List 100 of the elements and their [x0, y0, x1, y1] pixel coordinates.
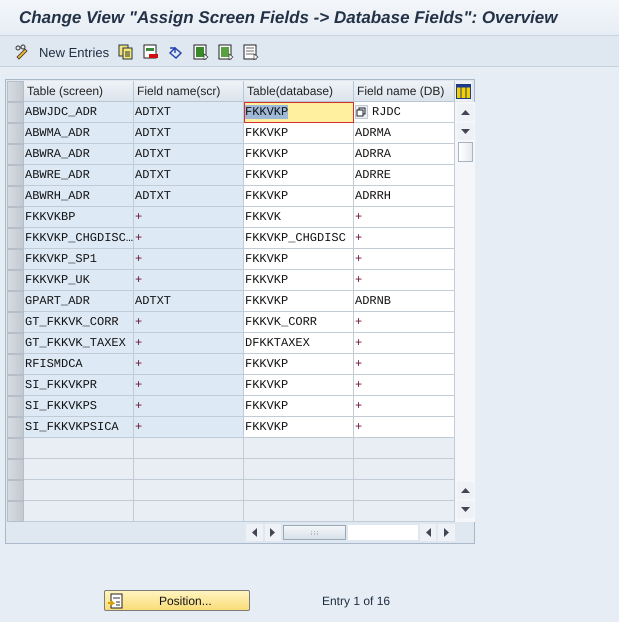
deselect-icon[interactable]	[243, 44, 260, 60]
row-selector[interactable]	[7, 228, 24, 249]
table-cell[interactable]: ADTXT	[134, 123, 244, 144]
table-cell[interactable]: ADRNB	[354, 291, 455, 312]
table-cell[interactable]: +	[134, 417, 244, 438]
table-cell[interactable]: FKKVKP	[244, 249, 354, 270]
table-cell[interactable]: +	[354, 375, 455, 396]
table-cell[interactable]: FKKVKP_UK	[24, 270, 134, 291]
row-selector[interactable]	[7, 144, 24, 165]
column-header[interactable]: Table (screen)	[24, 81, 134, 102]
table-cell[interactable]: FKKVKP	[244, 123, 354, 144]
row-selector[interactable]	[7, 207, 24, 228]
table-cell[interactable]: +	[354, 396, 455, 417]
row-selector[interactable]	[7, 312, 24, 333]
scroll-right-icon[interactable]	[438, 524, 455, 541]
table-cell[interactable]: GPART_ADR	[24, 291, 134, 312]
table-cell[interactable]: ADRRA	[354, 144, 455, 165]
scroll-thumb[interactable]	[458, 142, 472, 162]
table-cell[interactable]: ABWMA_ADR	[24, 123, 134, 144]
table-cell[interactable]: ABWRH_ADR	[24, 186, 134, 207]
table-cell[interactable]: FKKVK	[244, 207, 354, 228]
row-selector[interactable]	[7, 375, 24, 396]
table-cell[interactable]: +	[354, 207, 455, 228]
row-selector[interactable]	[7, 438, 24, 459]
row-selector[interactable]	[7, 165, 24, 186]
table-cell[interactable]: FKKVK_CORR	[244, 312, 354, 333]
table-cell[interactable]: +	[354, 270, 455, 291]
table-cell[interactable]: +	[354, 249, 455, 270]
new-entries-button[interactable]: New Entries	[39, 44, 110, 60]
row-selector[interactable]	[7, 396, 24, 417]
table-cell[interactable]: FKKVKP	[244, 186, 354, 207]
row-selector[interactable]	[7, 102, 24, 123]
table-cell[interactable]: GT_FKKVK_TAXEX	[24, 333, 134, 354]
table-cell[interactable]: +	[354, 354, 455, 375]
scroll-left-icon[interactable]	[420, 524, 436, 541]
table-cell[interactable]: DFKKTAXEX	[244, 333, 354, 354]
table-cell[interactable]: +	[134, 270, 244, 291]
table-cell[interactable]: RJDC	[354, 102, 455, 123]
row-selector[interactable]	[7, 354, 24, 375]
vertical-scrollbar[interactable]	[455, 102, 475, 522]
column-header[interactable]: Table(database)	[244, 81, 354, 102]
table-cell[interactable]: FKKVKP_SP1	[24, 249, 134, 270]
table-cell[interactable]: ABWRA_ADR	[24, 144, 134, 165]
row-selector[interactable]	[7, 123, 24, 144]
table-cell[interactable]: ADRMA	[354, 123, 455, 144]
table-cell[interactable]: +	[354, 333, 455, 354]
table-cell[interactable]: FKKVKP	[244, 291, 354, 312]
table-cell[interactable]: FKKVKP	[244, 375, 354, 396]
scroll-up-icon[interactable]	[456, 104, 474, 121]
table-cell[interactable]: FKKVKP	[244, 102, 354, 123]
row-selector[interactable]	[7, 501, 24, 522]
table-cell[interactable]: +	[134, 333, 244, 354]
select-block-icon[interactable]	[218, 44, 234, 60]
table-cell[interactable]: SI_FKKVKPS	[24, 396, 134, 417]
table-cell[interactable]: ADTXT	[134, 102, 244, 123]
table-cell[interactable]: SI_FKKVKPSICA	[24, 417, 134, 438]
table-cell[interactable]: ADTXT	[134, 291, 244, 312]
scroll-down-icon[interactable]	[456, 123, 474, 140]
copy-icon[interactable]	[355, 105, 368, 119]
select-all-icon[interactable]	[193, 44, 210, 60]
table-cell[interactable]: +	[134, 312, 244, 333]
select-all-handle[interactable]	[7, 81, 24, 102]
table-cell[interactable]: +	[134, 228, 244, 249]
row-selector[interactable]	[7, 459, 24, 480]
table-cell[interactable]: +	[354, 228, 455, 249]
table-cell[interactable]: FKKVKP	[244, 396, 354, 417]
table-cell[interactable]: GT_FKKVK_CORR	[24, 312, 134, 333]
table-cell[interactable]: ADTXT	[134, 165, 244, 186]
table-cell[interactable]: FKKVKP_CHGDISC	[244, 228, 354, 249]
table-cell[interactable]: ABWRE_ADR	[24, 165, 134, 186]
scroll-left-icon[interactable]	[246, 524, 263, 541]
row-selector[interactable]	[7, 417, 24, 438]
column-header[interactable]: Field name(scr)	[134, 81, 244, 102]
table-cell[interactable]: FKKVKP	[244, 417, 354, 438]
row-selector[interactable]	[7, 291, 24, 312]
table-cell[interactable]: +	[134, 249, 244, 270]
table-cell[interactable]: FKKVKP	[244, 144, 354, 165]
table-cell[interactable]: ABWJDC_ADR	[24, 102, 134, 123]
delete-row-icon[interactable]	[143, 44, 160, 60]
column-header[interactable]: Field name (DB)	[354, 81, 455, 102]
table-cell[interactable]: ADTXT	[134, 186, 244, 207]
table-cell[interactable]: FKKVKP	[244, 270, 354, 291]
row-selector[interactable]	[7, 480, 24, 501]
table-cell[interactable]: +	[134, 207, 244, 228]
horizontal-scroll-thumb[interactable]	[283, 525, 346, 540]
table-cell[interactable]: +	[134, 375, 244, 396]
column-settings-icon[interactable]	[455, 81, 472, 101]
table-cell[interactable]: FKKVKP_CHGDISC…	[24, 228, 134, 249]
table-cell[interactable]: FKKVKP	[244, 165, 354, 186]
table-cell[interactable]: +	[134, 354, 244, 375]
row-selector[interactable]	[7, 333, 24, 354]
page-up-icon[interactable]	[456, 482, 474, 499]
table-cell[interactable]: +	[134, 396, 244, 417]
copy-icon[interactable]	[118, 44, 134, 60]
page-down-icon[interactable]	[456, 501, 474, 518]
table-cell[interactable]: +	[354, 417, 455, 438]
position-button[interactable]: Position...	[104, 590, 250, 611]
scroll-right-icon[interactable]	[264, 524, 282, 541]
row-selector[interactable]	[7, 249, 24, 270]
table-cell[interactable]: ADRRH	[354, 186, 455, 207]
